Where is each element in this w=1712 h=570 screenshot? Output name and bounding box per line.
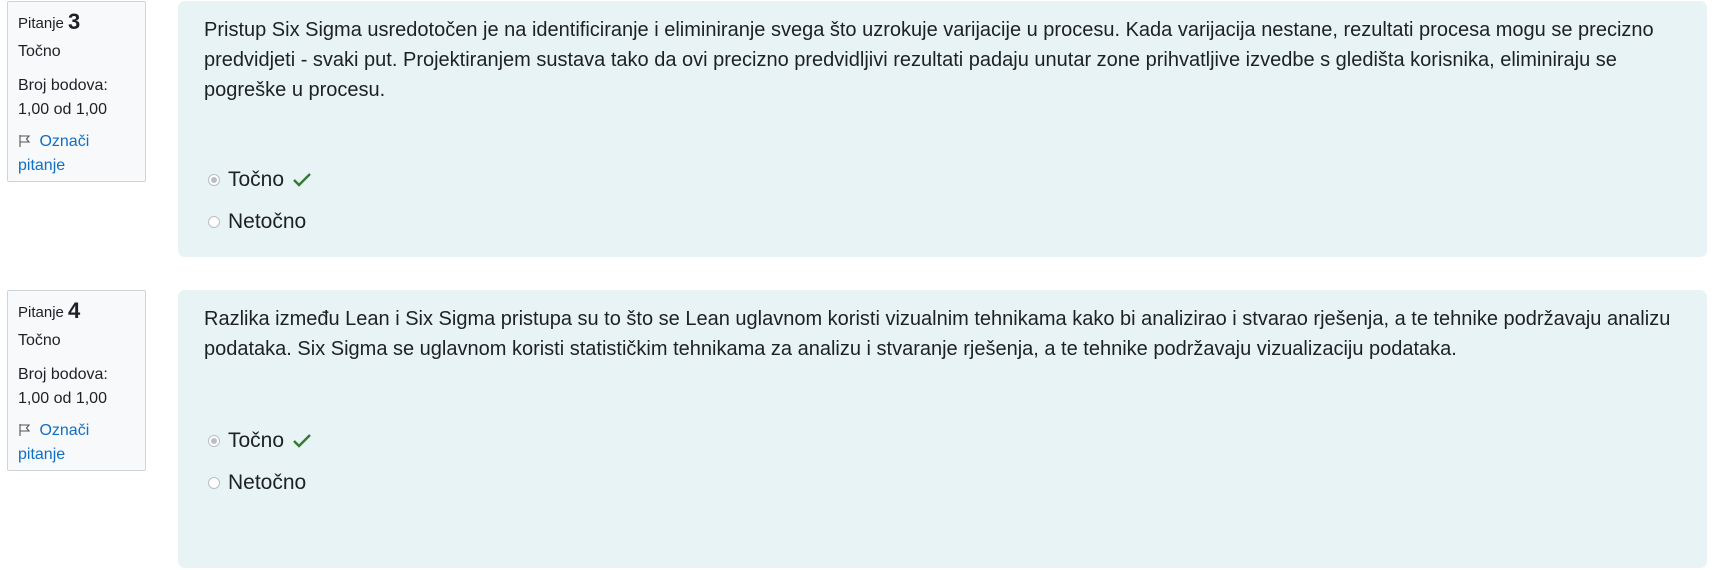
answer-label: Točno (228, 168, 285, 191)
radio-true[interactable] (208, 435, 220, 447)
question-text: Pristup Six Sigma usredotočen je na iden… (204, 19, 1654, 101)
question-content: Pristup Six Sigma usredotočen je na iden… (178, 1, 1707, 257)
question-state: Točno (18, 43, 61, 60)
answer-option-false[interactable]: Netočno (208, 207, 312, 237)
flag-label-line1: Označi (39, 133, 90, 150)
question-grade: Broj bodova: 1,00 od 1,00 (18, 74, 135, 122)
radio-false[interactable] (208, 216, 220, 228)
answer-label: Netočno (228, 210, 307, 233)
flag-label-line2: pitanje (18, 446, 66, 463)
question-text: Razlika između Lean i Six Sigma pristupa… (204, 308, 1671, 360)
answer-option-true[interactable]: Točno (208, 165, 312, 195)
question-label: Pitanje (18, 304, 64, 321)
answer-options: Točno Netočno (208, 426, 312, 510)
question-content: Razlika između Lean i Six Sigma pristupa… (178, 290, 1707, 568)
question-number-value: 4 (68, 298, 81, 323)
answer-options: Točno Netočno (208, 165, 312, 249)
grade-value: 1,00 od 1,00 (18, 390, 107, 407)
question-state: Točno (18, 332, 61, 349)
answer-option-true[interactable]: Točno (208, 426, 312, 456)
question-grade: Broj bodova: 1,00 od 1,00 (18, 363, 135, 411)
check-icon (292, 433, 312, 449)
check-icon (292, 172, 312, 188)
radio-true[interactable] (208, 174, 220, 186)
question-info: Pitanje 4 Točno Broj bodova: 1,00 od 1,0… (7, 290, 146, 471)
grade-label: Broj bodova: (18, 366, 108, 383)
answer-label: Netočno (228, 471, 307, 494)
flag-question-link[interactable]: Označi pitanje (18, 130, 135, 178)
answer-label: Točno (228, 429, 285, 452)
flag-question-link[interactable]: Označi pitanje (18, 419, 135, 467)
question-info: Pitanje 3 Točno Broj bodova: 1,00 od 1,0… (7, 1, 146, 182)
question-number: Pitanje 4 (18, 299, 135, 325)
grade-value: 1,00 od 1,00 (18, 101, 107, 118)
flag-icon (18, 133, 39, 150)
answer-option-false[interactable]: Netočno (208, 468, 312, 498)
question-number-value: 3 (68, 9, 81, 34)
question-label: Pitanje (18, 15, 64, 32)
flag-label-line2: pitanje (18, 157, 66, 174)
grade-label: Broj bodova: (18, 77, 108, 94)
radio-false[interactable] (208, 477, 220, 489)
question-number: Pitanje 3 (18, 10, 135, 36)
flag-icon (18, 422, 39, 439)
flag-label-line1: Označi (39, 422, 90, 439)
